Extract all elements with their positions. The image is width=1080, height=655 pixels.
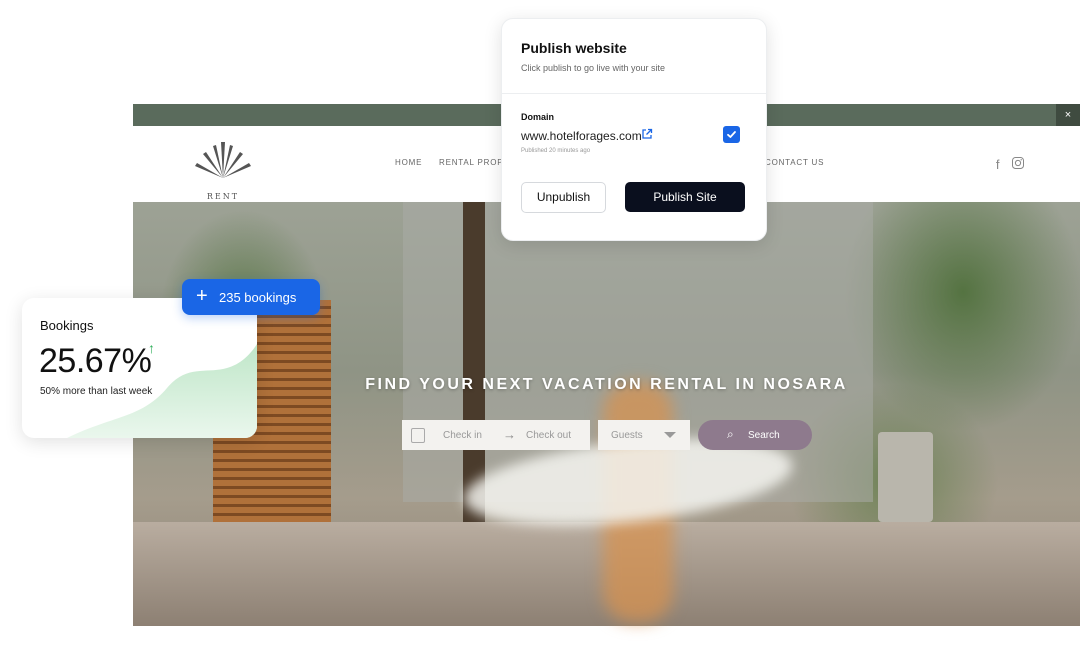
- bookings-count-text: 235 bookings: [219, 290, 297, 305]
- bookings-stat-card: Bookings 25.67% ↑ 50% more than last wee…: [22, 298, 257, 438]
- search-icon: ⌕: [727, 427, 734, 441]
- dialog-subtitle: Click publish to go live with your site: [521, 63, 666, 73]
- close-icon[interactable]: ×: [1056, 104, 1080, 126]
- nav-home[interactable]: HOME: [395, 158, 422, 167]
- check-out-field[interactable]: Check out: [526, 430, 571, 441]
- bookings-count-badge: + 235 bookings: [182, 279, 320, 315]
- instagram-icon[interactable]: [1012, 157, 1024, 172]
- bookings-note: 50% more than last week: [40, 386, 153, 397]
- external-link-icon[interactable]: [641, 128, 653, 140]
- unpublish-button[interactable]: Unpublish: [521, 182, 606, 213]
- checkmark-icon: [727, 131, 736, 138]
- publish-site-button[interactable]: Publish Site: [625, 182, 745, 212]
- domain-checkbox[interactable]: [723, 126, 740, 143]
- guests-label: Guests: [611, 430, 643, 441]
- calendar-icon: [411, 428, 425, 443]
- arrow-up-icon: ↑: [148, 340, 155, 356]
- check-in-field[interactable]: Check in: [443, 430, 482, 441]
- chevron-down-icon: [664, 432, 676, 438]
- dialog-title: Publish website: [521, 40, 627, 56]
- domain-label: Domain: [521, 112, 555, 122]
- facebook-icon[interactable]: f: [996, 157, 1000, 172]
- search-button[interactable]: ⌕ Search: [698, 420, 812, 450]
- social-links: f: [988, 156, 1024, 174]
- divider: [502, 93, 766, 94]
- nav-rental-properties[interactable]: RENTAL PROPE: [439, 158, 510, 167]
- publish-website-dialog: Publish website Click publish to go live…: [501, 18, 767, 241]
- domain-value: www.hotelforages.com: [521, 129, 642, 143]
- nav-contact-us[interactable]: CONTACT US: [765, 158, 824, 167]
- hero-title: FIND YOUR NEXT VACATION RENTAL IN NOSARA: [365, 376, 848, 393]
- site-logo[interactable]: RENT NOSARA: [183, 136, 263, 210]
- hero-image: FIND YOUR NEXT VACATION RENTAL IN NOSARA…: [133, 202, 1080, 626]
- guests-select[interactable]: Guests: [598, 420, 690, 450]
- arrow-right-icon: →: [503, 427, 516, 442]
- search-label: Search: [748, 430, 780, 441]
- bookings-label: Bookings: [40, 318, 94, 333]
- published-meta: Published 20 minutes ago: [521, 148, 591, 154]
- agave-logo-icon: [195, 142, 251, 178]
- plus-icon: +: [196, 285, 208, 307]
- date-range-field[interactable]: Check in → Check out: [402, 420, 590, 450]
- bookings-percent: 25.67%: [39, 342, 152, 380]
